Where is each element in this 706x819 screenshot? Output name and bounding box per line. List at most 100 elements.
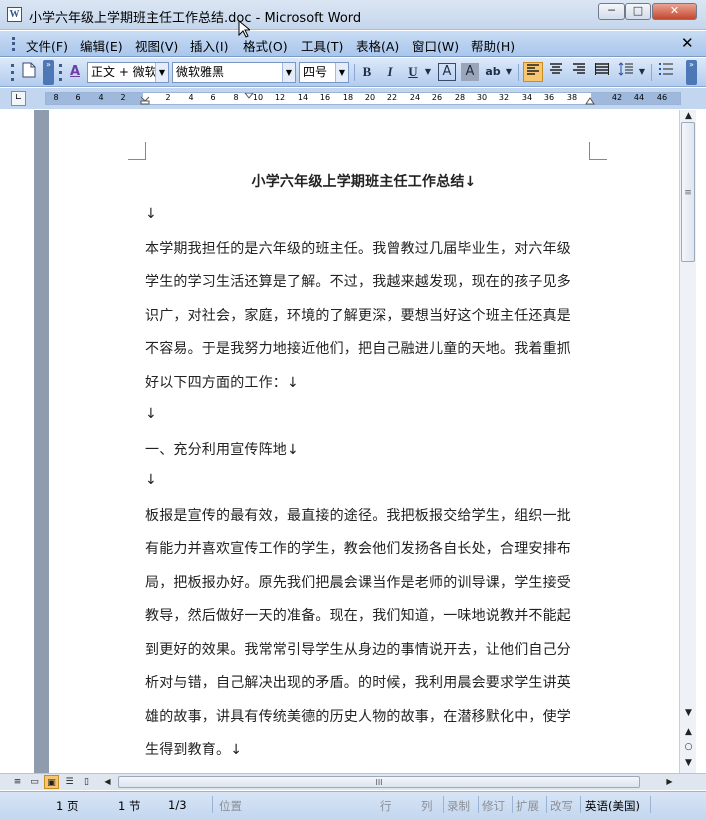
chevron-down-icon[interactable]: ▼ [155, 63, 168, 82]
hanging-indent-marker[interactable] [244, 93, 254, 99]
line-spacing-dropdown-chevron-icon[interactable]: ▼ [636, 62, 648, 82]
status-line: 行 [380, 799, 392, 813]
toolbar-options-chevron[interactable]: » [43, 60, 54, 85]
character-border-button[interactable]: A [438, 63, 456, 81]
line-spacing-icon[interactable] [616, 62, 636, 82]
menubar-grip[interactable] [12, 37, 15, 51]
status-language[interactable]: 英语(美国) [585, 798, 640, 814]
body-text-line: 析对与错，自己解决出现的矛盾。的时候，我利用晨会要求学生讲英 [145, 675, 571, 691]
body-text-line: 不容易。于是我努力地接近他们，把自己融进儿童的天地。我着重抓 [145, 341, 571, 357]
menu-help[interactable]: 帮助(H) [471, 36, 515, 55]
styles-icon[interactable]: A [65, 62, 85, 82]
minimize-button[interactable]: ─ [598, 3, 625, 20]
new-document-icon[interactable] [19, 62, 39, 82]
toolbar-separator [518, 64, 519, 81]
left-vertical-ruler-area [0, 110, 36, 773]
status-extend[interactable]: 扩展 [516, 798, 539, 814]
scroll-up-arrow-icon[interactable]: ▲ [682, 111, 695, 121]
page-margin-mark-left [128, 142, 146, 160]
select-browse-object-icon[interactable]: ○ [682, 742, 695, 752]
reading-layout-view-icon[interactable]: ▯ [79, 775, 94, 789]
web-layout-view-icon[interactable]: ▭ [27, 775, 42, 789]
ruler-tick: 24 [409, 93, 421, 102]
close-window-button[interactable]: ✕ [652, 3, 697, 20]
ruler-tick: 22 [386, 93, 398, 102]
font-size-select[interactable]: 四号 ▼ [299, 62, 349, 83]
tab-selector[interactable]: ∟ [11, 91, 26, 106]
scroll-left-arrow-icon[interactable]: ◀ [100, 775, 115, 789]
body-text-line: 板报是宣传的最有效，最直接的途径。我把板报交给学生，组织一批 [145, 508, 571, 524]
underline-button[interactable]: U [403, 62, 423, 82]
status-separator [580, 796, 581, 813]
word-app-icon[interactable]: W [7, 7, 22, 22]
ruler-tick: 42 [611, 93, 623, 102]
toolbar-grip-2[interactable] [59, 64, 62, 81]
window-title: 小学六年级上学期班主任工作总结.doc - Microsoft Word [29, 11, 362, 26]
ruler-tick: 26 [431, 93, 443, 102]
style-select[interactable]: 正文 + 微软 ▼ [87, 62, 169, 83]
bold-button[interactable]: B [357, 62, 377, 82]
status-separator [478, 796, 479, 813]
right-indent-marker[interactable] [585, 97, 595, 105]
highlight-icon[interactable]: ab [483, 62, 503, 82]
toolbar-grip[interactable] [11, 64, 14, 81]
chevron-down-icon[interactable]: ▼ [335, 63, 348, 82]
menu-file[interactable]: 文件(F) [26, 36, 68, 55]
align-left-button[interactable] [523, 62, 543, 82]
ruler-tick: 16 [319, 93, 331, 102]
print-layout-view-icon[interactable]: ▣ [44, 775, 59, 789]
status-track-changes[interactable]: 修订 [482, 798, 505, 814]
menu-window[interactable]: 窗口(W) [412, 36, 459, 55]
menu-table[interactable]: 表格(A) [356, 36, 399, 55]
vertical-scrollbar[interactable]: ▲ ≡ ▼ ▲ ○ ▼ [679, 110, 696, 773]
ruler-tick: 18 [342, 93, 354, 102]
italic-button[interactable]: I [380, 62, 400, 82]
close-document-button[interactable]: ✕ [681, 34, 694, 52]
body-text-line: 有能力并喜欢宣传工作的学生，教会他们发扬各自长处，合理安排布 [145, 541, 571, 557]
scroll-right-arrow-icon[interactable]: ▶ [662, 775, 677, 789]
toolbar-options-chevron-2[interactable]: » [686, 60, 697, 85]
chevron-down-icon[interactable]: ▼ [282, 63, 295, 82]
body-text-line: 本学期我担任的是六年级的班主任。我曾教过几届毕业生，对六年级 [145, 241, 571, 257]
menu-edit[interactable]: 编辑(E) [80, 36, 123, 55]
body-text-line: 到更好的效果。我常常引导学生从身边的事情说开去，让他们自己分 [145, 642, 571, 658]
highlight-dropdown-chevron-icon[interactable]: ▼ [503, 62, 515, 82]
formatting-toolbar: » A 正文 + 微软 ▼ 微软雅黑 ▼ 四号 ▼ B I U ▼ A A ab… [0, 58, 706, 87]
page-shadow [34, 110, 49, 773]
vertical-scroll-thumb[interactable]: ≡ [681, 122, 695, 262]
horizontal-scroll-thumb[interactable]: III [118, 776, 640, 788]
ruler-tick: 46 [656, 93, 668, 102]
menu-format[interactable]: 格式(O) [243, 36, 288, 55]
ruler-left-margin [46, 93, 143, 104]
ruler-tick: 6 [75, 93, 81, 102]
outline-view-icon[interactable]: ☰ [62, 775, 77, 789]
menu-insert[interactable]: 插入(I) [190, 36, 228, 55]
font-select[interactable]: 微软雅黑 ▼ [172, 62, 296, 83]
status-column: 列 [421, 799, 433, 813]
next-page-icon[interactable]: ▼ [682, 758, 695, 768]
align-center-button[interactable] [546, 62, 566, 82]
normal-view-icon[interactable]: ≡ [10, 775, 25, 789]
menu-tools[interactable]: 工具(T) [301, 36, 343, 55]
ruler-track[interactable]: 8 6 4 2 2 4 6 8 10 12 14 16 18 20 22 24 … [45, 92, 681, 105]
ruler-tick: 12 [274, 93, 286, 102]
character-shading-button[interactable]: A [461, 63, 479, 81]
maximize-button[interactable]: □ [625, 3, 651, 20]
menu-view[interactable]: 视图(V) [135, 36, 178, 55]
align-right-button[interactable] [569, 62, 589, 82]
section-heading: 一、充分利用宣传阵地↓ [145, 442, 299, 458]
ruler-tick: 8 [53, 93, 59, 102]
numbering-icon[interactable] [656, 62, 676, 82]
toolbar-separator [651, 64, 652, 81]
document-page[interactable]: 小学六年级上学期班主任工作总结↓ ↓ 本学期我担任的是六年级的班主任。我曾教过几… [49, 110, 679, 773]
ruler-tick: 20 [364, 93, 376, 102]
status-record[interactable]: 录制 [447, 798, 470, 814]
first-line-indent-marker[interactable] [140, 93, 150, 105]
horizontal-ruler: ∟ 8 6 4 2 2 4 6 8 10 12 14 16 18 20 22 2… [0, 88, 706, 109]
status-overtype[interactable]: 改写 [550, 798, 573, 814]
scroll-down-arrow-icon[interactable]: ▼ [682, 708, 695, 718]
distributed-align-button[interactable] [592, 62, 612, 82]
previous-page-icon[interactable]: ▲ [682, 727, 695, 737]
underline-dropdown-chevron-icon[interactable]: ▼ [422, 62, 434, 82]
body-text-line: 局，把板报办好。原先我们把晨会课当作是老师的训导课，学生接受 [145, 575, 571, 591]
